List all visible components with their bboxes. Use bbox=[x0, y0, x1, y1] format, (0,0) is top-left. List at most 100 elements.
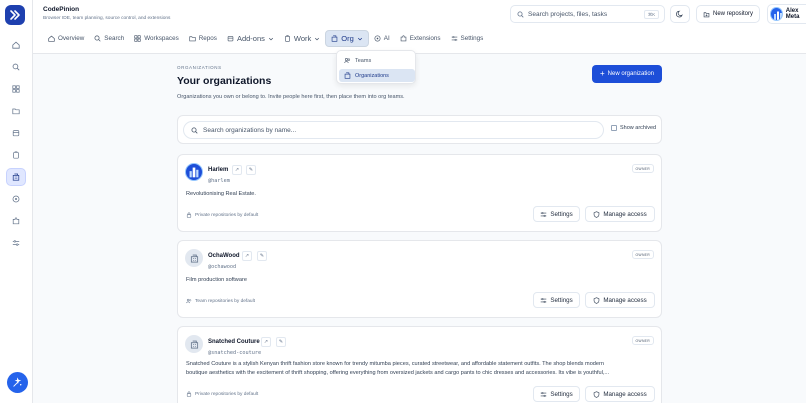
org-visibility: Private repositories by default bbox=[186, 391, 258, 397]
nav-workspaces-label: Workspaces bbox=[144, 35, 179, 42]
puzzle-icon bbox=[400, 35, 406, 42]
manage-access-button[interactable]: Manage access bbox=[585, 292, 655, 308]
avatar-skyline-icon bbox=[774, 11, 782, 20]
rail-extensions-button[interactable] bbox=[6, 212, 26, 230]
org-visibility-label: Private repositories by default bbox=[195, 212, 259, 218]
search-icon bbox=[94, 35, 101, 42]
manage-access-label: Manage access bbox=[603, 390, 647, 398]
show-archived-toggle[interactable]: Show archived bbox=[611, 125, 656, 131]
org-name: Harlem bbox=[208, 167, 229, 173]
nav-org[interactable]: Org bbox=[325, 30, 369, 47]
external-link-icon: ↗ bbox=[263, 339, 269, 345]
user-menu-button[interactable]: Alex Meta bbox=[767, 4, 806, 24]
nav-extensions[interactable]: Extensions bbox=[395, 30, 446, 47]
manage-access-button[interactable]: Manage access bbox=[585, 206, 655, 222]
org-visibility: Team repositories by default bbox=[186, 298, 255, 304]
app-logo[interactable] bbox=[5, 5, 25, 25]
edit-org-button[interactable]: ✎ bbox=[246, 165, 256, 175]
org-card-ochawood: OchaWood ↗ ✎ @ochawood OWNER Film produc… bbox=[177, 240, 662, 318]
moon-icon bbox=[676, 10, 683, 18]
shield-icon bbox=[594, 210, 600, 218]
page-eyebrow: ORGANIZATIONS bbox=[177, 65, 222, 70]
nav-repos[interactable]: Repos bbox=[184, 30, 222, 47]
filter-bar: Search organizations by name... Show arc… bbox=[177, 115, 662, 144]
theme-toggle-button[interactable] bbox=[670, 5, 690, 23]
pencil-icon: ✎ bbox=[259, 253, 265, 259]
chevrons-right-icon bbox=[10, 10, 20, 20]
side-rail bbox=[0, 0, 33, 403]
rail-org-button[interactable] bbox=[6, 168, 26, 186]
open-org-button[interactable]: ↗ bbox=[232, 165, 242, 175]
page-title: Your organizations bbox=[177, 75, 272, 87]
package-icon bbox=[227, 36, 234, 42]
show-archived-checkbox[interactable] bbox=[611, 125, 617, 131]
org-visibility-label: Private repositories by default bbox=[195, 391, 259, 397]
org-visibility-label: Team repositories by default bbox=[195, 298, 255, 304]
org-settings-button[interactable]: Settings bbox=[533, 206, 580, 222]
open-org-button[interactable]: ↗ bbox=[261, 337, 271, 347]
home-icon bbox=[48, 35, 55, 42]
clipboard-icon bbox=[13, 151, 19, 159]
new-organization-button[interactable]: + New organization bbox=[592, 65, 662, 83]
menu-item-teams[interactable]: Teams bbox=[339, 54, 415, 67]
open-org-button[interactable]: ↗ bbox=[242, 251, 252, 261]
nav-settings[interactable]: Settings bbox=[446, 30, 489, 47]
nav-work[interactable]: Work bbox=[279, 30, 325, 47]
org-handle: @ochawood bbox=[208, 264, 237, 270]
org-name: Snatched Couture bbox=[208, 339, 260, 345]
org-settings-button[interactable]: Settings bbox=[533, 292, 580, 308]
grid-icon bbox=[12, 85, 20, 93]
nav-ai[interactable]: AI bbox=[369, 30, 395, 47]
building-icon bbox=[331, 35, 338, 42]
menu-item-teams-label: Teams bbox=[355, 57, 372, 64]
rail-repos-button[interactable] bbox=[6, 102, 26, 120]
sliders-icon bbox=[541, 297, 547, 303]
nav-addons[interactable]: Add-ons bbox=[222, 30, 279, 47]
org-settings-label: Settings bbox=[550, 390, 573, 398]
new-repository-button[interactable]: New repository bbox=[696, 5, 760, 23]
nav-search[interactable]: Search bbox=[89, 30, 129, 47]
app-title: CodePinion bbox=[43, 6, 80, 13]
org-card-snatched-couture: Snatched Couture ↗ ✎ @snatched-couture O… bbox=[177, 326, 662, 403]
org-settings-label: Settings bbox=[550, 296, 573, 304]
org-dropdown-menu: Teams Organizations bbox=[336, 50, 416, 84]
rail-settings-button[interactable] bbox=[6, 234, 26, 252]
home-icon bbox=[12, 41, 20, 49]
pencil-icon: ✎ bbox=[248, 167, 254, 173]
plus-icon: + bbox=[599, 69, 605, 78]
package-icon bbox=[12, 130, 20, 137]
org-settings-button[interactable]: Settings bbox=[533, 386, 580, 402]
nav-addons-label: Add-ons bbox=[236, 34, 265, 43]
sliders-icon bbox=[541, 211, 547, 217]
rail-ai-button[interactable] bbox=[6, 190, 26, 208]
org-search-input[interactable]: Search organizations by name... bbox=[183, 121, 604, 139]
assistant-button[interactable] bbox=[7, 372, 28, 393]
sparkle-tools-icon bbox=[13, 377, 22, 387]
org-handle: @harlem bbox=[208, 178, 230, 184]
global-search-input[interactable]: Search projects, files, tasks ⌘K bbox=[510, 5, 665, 23]
users-icon bbox=[344, 58, 351, 64]
puzzle-icon bbox=[12, 217, 20, 225]
menu-item-organizations[interactable]: Organizations bbox=[339, 69, 415, 82]
rail-workspaces-button[interactable] bbox=[6, 80, 26, 98]
lock-icon bbox=[186, 391, 192, 397]
user-avatar bbox=[770, 7, 783, 21]
chevron-down-icon bbox=[357, 37, 362, 40]
nav-overview-label: Overview bbox=[58, 35, 85, 42]
ai-icon bbox=[374, 35, 381, 42]
rail-home-button[interactable] bbox=[6, 36, 26, 54]
nav-overview[interactable]: Overview bbox=[43, 30, 89, 47]
app-subtitle: Browser IDE, team planning, source contr… bbox=[43, 16, 171, 21]
edit-org-button[interactable]: ✎ bbox=[276, 337, 286, 347]
nav-workspaces[interactable]: Workspaces bbox=[129, 30, 184, 47]
rail-addons-button[interactable] bbox=[6, 124, 26, 142]
sliders-icon bbox=[541, 391, 547, 397]
org-description-line-1: Snatched Couture is a stylish Kenyan thr… bbox=[186, 361, 605, 367]
manage-access-button[interactable]: Manage access bbox=[585, 386, 655, 402]
rail-search-button[interactable] bbox=[6, 58, 26, 76]
ai-icon bbox=[12, 195, 20, 203]
rail-work-button[interactable] bbox=[6, 146, 26, 164]
repo-plus-icon bbox=[703, 11, 710, 17]
sliders-icon bbox=[12, 240, 20, 246]
edit-org-button[interactable]: ✎ bbox=[257, 251, 267, 261]
